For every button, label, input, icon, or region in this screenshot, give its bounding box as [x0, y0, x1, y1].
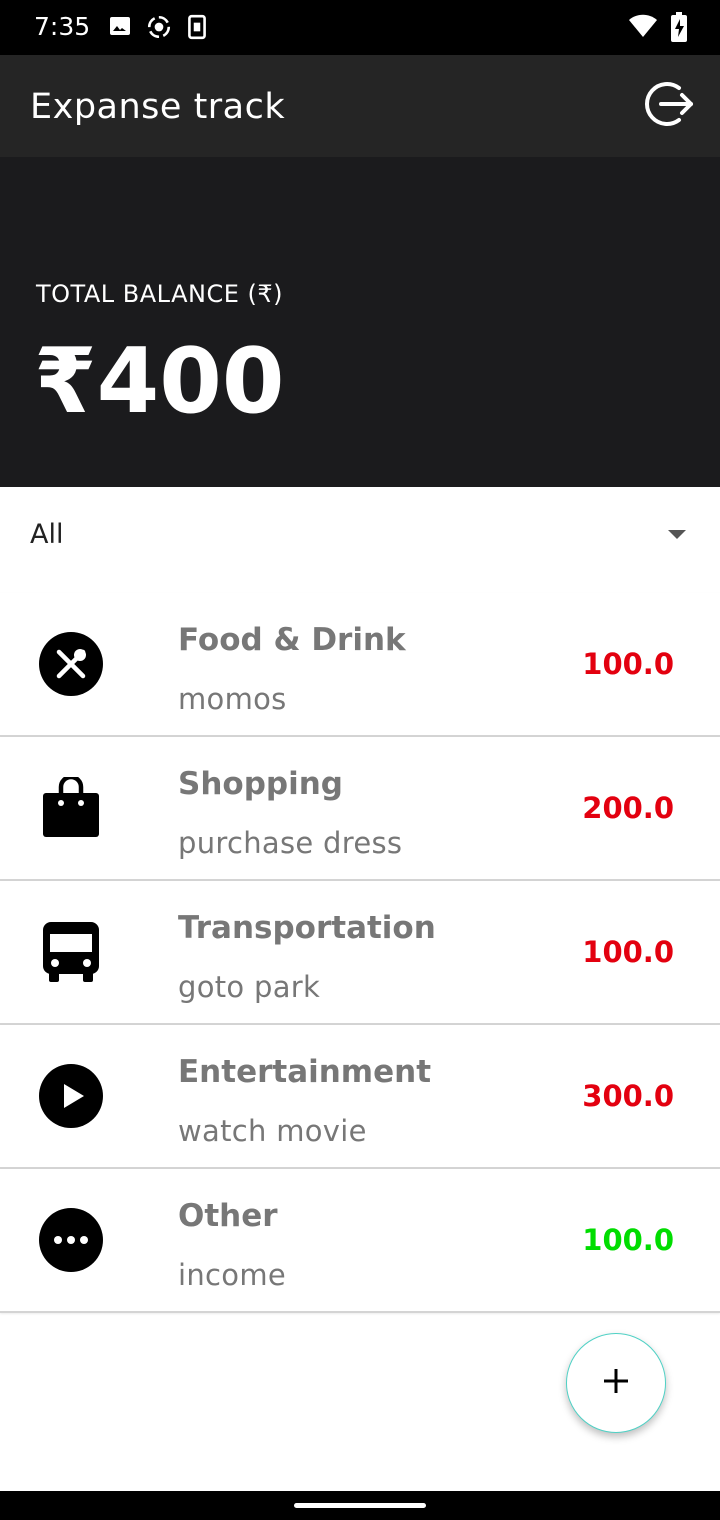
transaction-category: Other [178, 1198, 278, 1234]
play-icon [38, 1063, 104, 1129]
bus-icon [38, 919, 104, 985]
transaction-amount: 300.0 [582, 1079, 674, 1113]
category-filter-dropdown[interactable]: All [0, 487, 720, 587]
transaction-amount: 200.0 [582, 791, 674, 825]
chevron-down-icon [668, 530, 686, 539]
transaction-note: income [178, 1258, 287, 1292]
battery-icon [670, 12, 688, 46]
status-time: 7:35 [34, 12, 91, 41]
transaction-note: purchase dress [178, 826, 403, 860]
wifi-icon [628, 12, 658, 46]
transaction-amount: 100.0 [582, 647, 674, 681]
image-icon [108, 14, 132, 44]
transaction-note: watch movie [178, 1114, 367, 1148]
total-balance-label: TOTAL BALANCE (₹) [36, 280, 283, 308]
transaction-note: goto park [178, 970, 321, 1004]
transaction-item-other[interactable]: Other income 100.0 [0, 1169, 720, 1313]
logout-button[interactable] [640, 77, 698, 135]
transaction-item-entertainment[interactable]: Entertainment watch movie 300.0 [0, 1025, 720, 1169]
status-bar: 7:35 [0, 0, 720, 55]
plus-icon [601, 1366, 631, 1400]
app-bar: Expanse track [0, 55, 720, 157]
transaction-category: Entertainment [178, 1054, 432, 1090]
transaction-list: Food & Drink momos 100.0 Shopping purcha… [0, 593, 720, 1313]
transaction-item-shopping[interactable]: Shopping purchase dress 200.0 [0, 737, 720, 881]
system-navigation-bar [0, 1491, 720, 1520]
transaction-category: Transportation [178, 910, 436, 946]
sim-icon [186, 14, 208, 44]
total-balance-value: ₹400 [34, 329, 285, 434]
transaction-amount: 100.0 [582, 1223, 674, 1257]
app-title: Expanse track [30, 87, 286, 127]
filter-selected-value: All [30, 519, 64, 550]
expense-tracker-screen: 7:35 Expanse track TOTAL BALANCE (₹) ₹40… [0, 0, 720, 1520]
status-icons-left [108, 14, 208, 44]
balance-panel: TOTAL BALANCE (₹) ₹400 [0, 157, 720, 487]
shopping-bag-icon [38, 775, 104, 841]
transaction-item-transportation[interactable]: Transportation goto park 100.0 [0, 881, 720, 1025]
transaction-category: Food & Drink [178, 622, 406, 658]
home-gesture-handle[interactable] [294, 1503, 426, 1508]
add-transaction-button[interactable] [566, 1333, 666, 1433]
sync-icon [146, 14, 172, 44]
transaction-note: momos [178, 682, 287, 716]
food-icon [38, 631, 104, 697]
logout-icon [641, 76, 697, 136]
transaction-amount: 100.0 [582, 935, 674, 969]
more-icon [38, 1207, 104, 1273]
transaction-category: Shopping [178, 766, 343, 802]
status-icons-right [628, 12, 688, 46]
transaction-item-food-drink[interactable]: Food & Drink momos 100.0 [0, 593, 720, 737]
